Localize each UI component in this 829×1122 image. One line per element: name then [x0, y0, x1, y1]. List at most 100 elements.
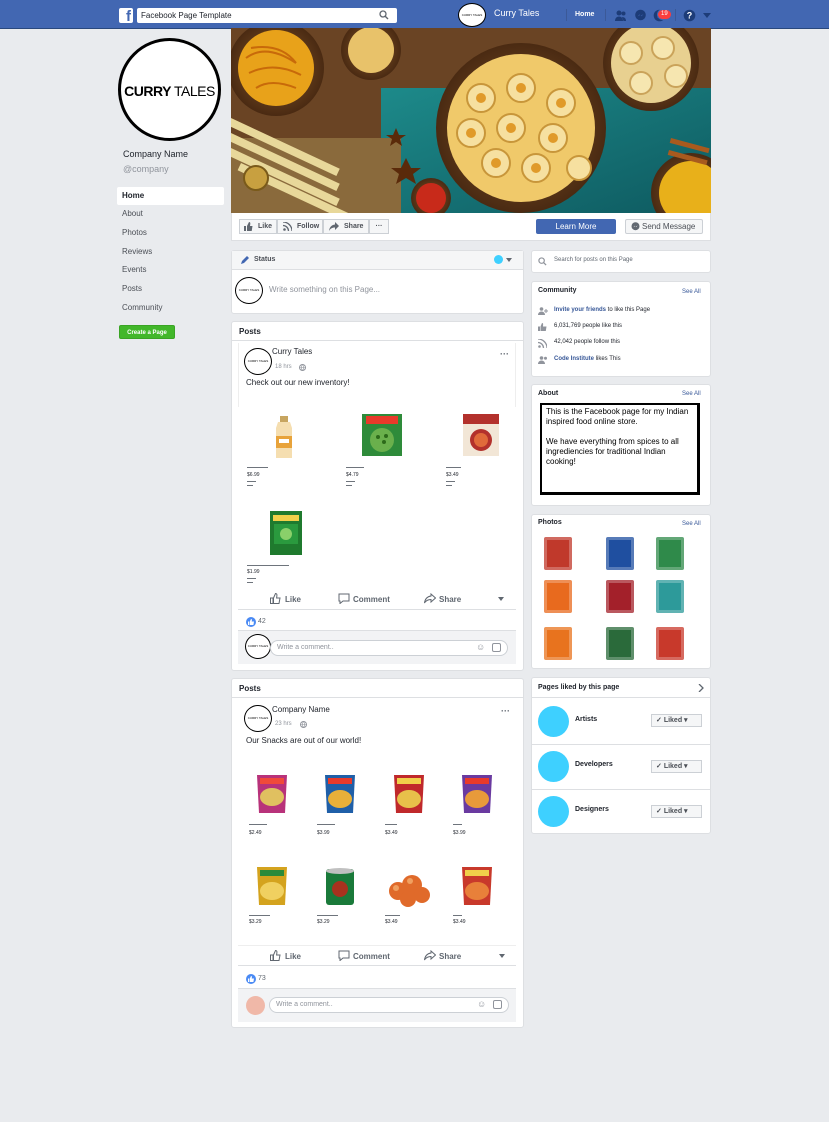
commenter-avatar[interactable]: CURRY TALES	[245, 634, 271, 659]
search-icon[interactable]	[379, 10, 389, 20]
photo-thumbnail[interactable]	[656, 627, 684, 660]
product-image[interactable]	[264, 510, 308, 556]
post-share-button[interactable]: Share	[439, 595, 461, 604]
photo-thumbnail[interactable]	[606, 537, 634, 570]
share-icon[interactable]	[424, 593, 436, 604]
top-profile-name[interactable]: Curry Tales	[494, 8, 539, 18]
post-comment-button[interactable]: Comment	[353, 595, 390, 604]
comment-input[interactable]: Write a comment..	[269, 997, 509, 1013]
friend-name-link[interactable]: Code Institute	[554, 356, 594, 362]
cover-photo[interactable]	[231, 28, 711, 213]
post-options-icon[interactable]: ···	[500, 349, 509, 359]
community-title: Community	[538, 287, 577, 294]
product-image[interactable]	[322, 773, 358, 815]
product-image[interactable]	[266, 414, 310, 460]
photo-thumbnail[interactable]	[606, 580, 634, 613]
audience-selector-dot[interactable]	[494, 255, 503, 264]
liked-page-avatar[interactable]	[538, 751, 569, 782]
post-timestamp[interactable]: 23 hrs	[275, 721, 292, 727]
composer-avatar[interactable]: CURRY TALES	[235, 277, 263, 304]
chevron-down-icon[interactable]	[498, 597, 504, 601]
photo-thumbnail[interactable]	[544, 627, 572, 660]
comment-icon[interactable]	[338, 593, 350, 604]
share-icon[interactable]	[424, 950, 436, 961]
page-search-input[interactable]: Search for posts on this Page	[554, 257, 633, 263]
top-profile-avatar[interactable]: CURRY TALES	[458, 3, 486, 27]
chevron-down-icon[interactable]	[506, 258, 512, 262]
emoji-icon[interactable]: ☺	[476, 642, 485, 652]
photo-thumbnail[interactable]	[656, 537, 684, 570]
learn-more-button[interactable]: Learn More	[536, 219, 616, 234]
product-image[interactable]	[459, 865, 495, 907]
invite-friends-link[interactable]: Invite your friends	[554, 307, 606, 313]
photos-see-all-link[interactable]: See All	[682, 521, 701, 527]
sticker-icon[interactable]	[492, 643, 501, 652]
post-author-name[interactable]: Company Name	[272, 705, 330, 714]
commenter-avatar[interactable]	[246, 996, 265, 1015]
nav-item-community[interactable]: Community	[117, 299, 224, 317]
liked-button[interactable]: ✓ Liked ▾	[651, 760, 702, 773]
post-like-button[interactable]: Like	[285, 595, 301, 604]
liked-button[interactable]: ✓ Liked ▾	[651, 805, 702, 818]
nav-item-photos[interactable]: Photos	[117, 224, 224, 242]
product-image[interactable]	[386, 865, 432, 907]
reaction-count[interactable]: 42	[258, 618, 266, 625]
product-image[interactable]	[459, 773, 495, 815]
post-timestamp[interactable]: 18 hrs	[275, 364, 292, 370]
status-tab[interactable]: Status	[254, 256, 275, 263]
profile-picture[interactable]: CURRY TALES	[118, 38, 221, 141]
photo-thumbnail[interactable]	[544, 537, 572, 570]
comment-icon[interactable]	[338, 950, 350, 961]
liked-page-avatar[interactable]	[538, 796, 569, 827]
create-page-button[interactable]: Create a Page	[119, 325, 175, 339]
post-author-avatar[interactable]: CURRY TALES	[244, 348, 272, 375]
about-see-all-link[interactable]: See All	[682, 391, 701, 397]
nav-item-events[interactable]: Events	[117, 261, 224, 279]
liked-page-avatar[interactable]	[538, 706, 569, 737]
liked-page-name[interactable]: Artists	[575, 716, 597, 723]
liked-button[interactable]: ✓ Liked ▾	[651, 714, 702, 727]
top-home-link[interactable]: Home	[575, 11, 594, 18]
nav-item-home[interactable]: Home	[117, 187, 224, 205]
photo-thumbnail[interactable]	[656, 580, 684, 613]
liked-page-name[interactable]: Designers	[575, 806, 609, 813]
product-image[interactable]	[360, 412, 404, 458]
like-icon[interactable]	[270, 593, 281, 604]
nav-item-posts[interactable]: Posts	[117, 280, 224, 298]
help-icon[interactable]: ?	[683, 9, 696, 22]
sticker-icon[interactable]	[493, 1000, 502, 1009]
messenger-icon[interactable]	[634, 9, 647, 22]
company-handle[interactable]: @company	[123, 164, 169, 174]
product-image[interactable]	[391, 773, 427, 815]
post-like-button[interactable]: Like	[285, 952, 301, 961]
chevron-right-icon[interactable]	[698, 684, 704, 692]
product-image[interactable]	[322, 865, 358, 907]
emoji-icon[interactable]: ☺	[477, 999, 486, 1009]
composer-input[interactable]: Write something on this Page...	[269, 285, 380, 294]
post-share-button[interactable]: Share	[439, 952, 461, 961]
facebook-logo-icon[interactable]: f	[119, 8, 133, 25]
post-author-name[interactable]: Curry Tales	[272, 347, 312, 356]
chevron-down-icon[interactable]	[499, 954, 505, 958]
product-image[interactable]	[254, 773, 290, 815]
community-see-all-link[interactable]: See All	[682, 289, 701, 295]
reaction-count[interactable]: 73	[258, 975, 266, 982]
post-comment-button[interactable]: Comment	[353, 952, 390, 961]
post-options-icon[interactable]: ···	[501, 706, 510, 716]
search-input[interactable]: Facebook Page Template	[137, 8, 397, 23]
photo-thumbnail[interactable]	[544, 580, 572, 613]
nav-item-about[interactable]: About	[117, 205, 224, 223]
nav-item-reviews[interactable]: Reviews	[117, 243, 224, 261]
divider	[531, 789, 711, 790]
product-image[interactable]	[459, 412, 503, 458]
more-options-button[interactable]: ···	[369, 219, 389, 234]
product-image[interactable]	[254, 865, 290, 907]
friends-icon[interactable]	[614, 9, 627, 22]
company-name[interactable]: Company Name	[123, 149, 188, 159]
account-menu-chevron-icon[interactable]	[703, 13, 711, 18]
like-icon[interactable]	[270, 950, 281, 961]
liked-page-name[interactable]: Developers	[575, 761, 613, 768]
photo-thumbnail[interactable]	[606, 627, 634, 660]
post-author-avatar[interactable]: CURRY TALES	[244, 705, 272, 732]
comment-input[interactable]: Write a comment..	[270, 640, 508, 656]
